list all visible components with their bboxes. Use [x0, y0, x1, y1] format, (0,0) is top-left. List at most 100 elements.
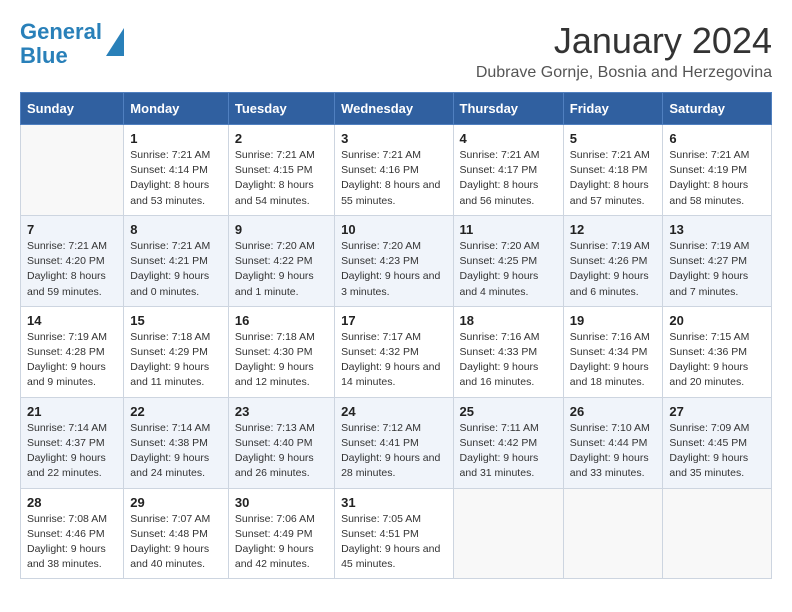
calendar-cell: 16 Sunrise: 7:18 AMSunset: 4:30 PMDayligh…	[228, 306, 334, 397]
day-info: Sunrise: 7:16 AMSunset: 4:33 PMDaylight:…	[460, 330, 557, 391]
calendar-cell: 8 Sunrise: 7:21 AMSunset: 4:21 PMDaylight…	[124, 215, 229, 306]
calendar-cell: 17 Sunrise: 7:17 AMSunset: 4:32 PMDayligh…	[335, 306, 453, 397]
calendar-cell	[563, 488, 663, 579]
calendar-cell: 21 Sunrise: 7:14 AMSunset: 4:37 PMDayligh…	[21, 397, 124, 488]
day-number: 11	[460, 222, 557, 237]
day-info: Sunrise: 7:19 AMSunset: 4:26 PMDaylight:…	[570, 239, 657, 300]
header-saturday: Saturday	[663, 93, 772, 125]
day-info: Sunrise: 7:20 AMSunset: 4:25 PMDaylight:…	[460, 239, 557, 300]
day-info: Sunrise: 7:21 AMSunset: 4:21 PMDaylight:…	[130, 239, 222, 300]
day-number: 4	[460, 131, 557, 146]
calendar-week-row: 7Sunrise: 7:21 AMSunset: 4:20 PMDaylight…	[21, 215, 772, 306]
day-number: 16	[235, 313, 328, 328]
day-info: Sunrise: 7:09 AMSunset: 4:45 PMDaylight:…	[669, 421, 765, 482]
calendar-cell: 5Sunrise: 7:21 AMSunset: 4:18 PMDaylight…	[563, 125, 663, 216]
day-number: 26	[570, 404, 657, 419]
day-number: 24	[341, 404, 446, 419]
day-info: Sunrise: 7:08 AMSunset: 4:46 PMDaylight:…	[27, 512, 117, 573]
day-info: Sunrise: 7:16 AMSunset: 4:34 PMDaylight:…	[570, 330, 657, 391]
day-number: 3	[341, 131, 446, 146]
calendar-cell	[453, 488, 563, 579]
day-number: 30	[235, 495, 328, 510]
day-number: 18	[460, 313, 557, 328]
day-info: Sunrise: 7:21 AMSunset: 4:14 PMDaylight:…	[130, 148, 222, 209]
calendar-cell: 22Sunrise: 7:14 AMSunset: 4:38 PMDayligh…	[124, 397, 229, 488]
calendar-cell: 19 Sunrise: 7:16 AMSunset: 4:34 PMDayligh…	[563, 306, 663, 397]
header-friday: Friday	[563, 93, 663, 125]
day-info: Sunrise: 7:14 AMSunset: 4:38 PMDaylight:…	[130, 421, 222, 482]
calendar-cell: 13Sunrise: 7:19 AMSunset: 4:27 PMDayligh…	[663, 215, 772, 306]
calendar-cell: 27 Sunrise: 7:09 AMSunset: 4:45 PMDayligh…	[663, 397, 772, 488]
day-number: 13	[669, 222, 765, 237]
calendar-cell: 18 Sunrise: 7:16 AMSunset: 4:33 PMDayligh…	[453, 306, 563, 397]
calendar-cell: 11 Sunrise: 7:20 AMSunset: 4:25 PMDayligh…	[453, 215, 563, 306]
header-tuesday: Tuesday	[228, 93, 334, 125]
calendar-cell: 20Sunrise: 7:15 AMSunset: 4:36 PMDayligh…	[663, 306, 772, 397]
header-monday: Monday	[124, 93, 229, 125]
day-info: Sunrise: 7:21 AMSunset: 4:15 PMDaylight:…	[235, 148, 328, 209]
calendar-cell: 9 Sunrise: 7:20 AMSunset: 4:22 PMDaylight…	[228, 215, 334, 306]
calendar-cell: 2 Sunrise: 7:21 AMSunset: 4:15 PMDaylight…	[228, 125, 334, 216]
day-number: 25	[460, 404, 557, 419]
calendar-cell: 29 Sunrise: 7:07 AMSunset: 4:48 PMDayligh…	[124, 488, 229, 579]
logo-triangle-icon	[106, 28, 124, 56]
header-thursday: Thursday	[453, 93, 563, 125]
day-number: 14	[27, 313, 117, 328]
day-info: Sunrise: 7:20 AMSunset: 4:22 PMDaylight:…	[235, 239, 328, 300]
calendar-week-row: 14 Sunrise: 7:19 AMSunset: 4:28 PMDayligh…	[21, 306, 772, 397]
day-number: 2	[235, 131, 328, 146]
day-number: 31	[341, 495, 446, 510]
calendar-cell	[663, 488, 772, 579]
day-number: 23	[235, 404, 328, 419]
header-wednesday: Wednesday	[335, 93, 453, 125]
day-info: Sunrise: 7:20 AMSunset: 4:23 PMDaylight:…	[341, 239, 446, 300]
day-number: 28	[27, 495, 117, 510]
day-info: Sunrise: 7:18 AMSunset: 4:30 PMDaylight:…	[235, 330, 328, 391]
calendar-cell: 7Sunrise: 7:21 AMSunset: 4:20 PMDaylight…	[21, 215, 124, 306]
day-info: Sunrise: 7:21 AMSunset: 4:20 PMDaylight:…	[27, 239, 117, 300]
day-info: Sunrise: 7:07 AMSunset: 4:48 PMDaylight:…	[130, 512, 222, 573]
day-info: Sunrise: 7:21 AMSunset: 4:17 PMDaylight:…	[460, 148, 557, 209]
calendar-cell: 30 Sunrise: 7:06 AMSunset: 4:49 PMDayligh…	[228, 488, 334, 579]
logo-blue: Blue	[20, 43, 68, 68]
day-number: 21	[27, 404, 117, 419]
day-info: Sunrise: 7:21 AMSunset: 4:18 PMDaylight:…	[570, 148, 657, 209]
calendar-cell: 31 Sunrise: 7:05 AMSunset: 4:51 PMDayligh…	[335, 488, 453, 579]
day-info: Sunrise: 7:21 AMSunset: 4:19 PMDaylight:…	[669, 148, 765, 209]
day-number: 27	[669, 404, 765, 419]
day-info: Sunrise: 7:17 AMSunset: 4:32 PMDaylight:…	[341, 330, 446, 391]
day-info: Sunrise: 7:21 AMSunset: 4:16 PMDaylight:…	[341, 148, 446, 209]
calendar-cell: 4 Sunrise: 7:21 AMSunset: 4:17 PMDaylight…	[453, 125, 563, 216]
day-info: Sunrise: 7:19 AMSunset: 4:28 PMDaylight:…	[27, 330, 117, 391]
calendar-week-row: 1 Sunrise: 7:21 AMSunset: 4:14 PMDaylight…	[21, 125, 772, 216]
day-info: Sunrise: 7:18 AMSunset: 4:29 PMDaylight:…	[130, 330, 222, 391]
day-number: 29	[130, 495, 222, 510]
day-info: Sunrise: 7:14 AMSunset: 4:37 PMDaylight:…	[27, 421, 117, 482]
day-number: 17	[341, 313, 446, 328]
day-info: Sunrise: 7:13 AMSunset: 4:40 PMDaylight:…	[235, 421, 328, 482]
title-section: January 2024 Dubrave Gornje, Bosnia and …	[476, 20, 772, 82]
calendar-cell: 26 Sunrise: 7:10 AMSunset: 4:44 PMDayligh…	[563, 397, 663, 488]
calendar-cell: 23 Sunrise: 7:13 AMSunset: 4:40 PMDayligh…	[228, 397, 334, 488]
calendar-cell: 6Sunrise: 7:21 AMSunset: 4:19 PMDaylight…	[663, 125, 772, 216]
calendar-header-row: SundayMondayTuesdayWednesdayThursdayFrid…	[21, 93, 772, 125]
calendar-cell: 3 Sunrise: 7:21 AMSunset: 4:16 PMDaylight…	[335, 125, 453, 216]
day-number: 12	[570, 222, 657, 237]
day-info: Sunrise: 7:05 AMSunset: 4:51 PMDaylight:…	[341, 512, 446, 573]
day-number: 9	[235, 222, 328, 237]
day-number: 19	[570, 313, 657, 328]
day-info: Sunrise: 7:11 AMSunset: 4:42 PMDaylight:…	[460, 421, 557, 482]
day-number: 20	[669, 313, 765, 328]
header-sunday: Sunday	[21, 93, 124, 125]
calendar-cell: 14 Sunrise: 7:19 AMSunset: 4:28 PMDayligh…	[21, 306, 124, 397]
page-header: General Blue January 2024 Dubrave Gornje…	[20, 20, 772, 82]
day-info: Sunrise: 7:06 AMSunset: 4:49 PMDaylight:…	[235, 512, 328, 573]
day-number: 8	[130, 222, 222, 237]
logo-text: General Blue	[20, 20, 102, 68]
calendar-cell: 12 Sunrise: 7:19 AMSunset: 4:26 PMDayligh…	[563, 215, 663, 306]
day-number: 1	[130, 131, 222, 146]
day-info: Sunrise: 7:10 AMSunset: 4:44 PMDaylight:…	[570, 421, 657, 482]
logo-general: General	[20, 19, 102, 44]
calendar-cell: 1 Sunrise: 7:21 AMSunset: 4:14 PMDaylight…	[124, 125, 229, 216]
location: Dubrave Gornje, Bosnia and Herzegovina	[476, 64, 772, 82]
